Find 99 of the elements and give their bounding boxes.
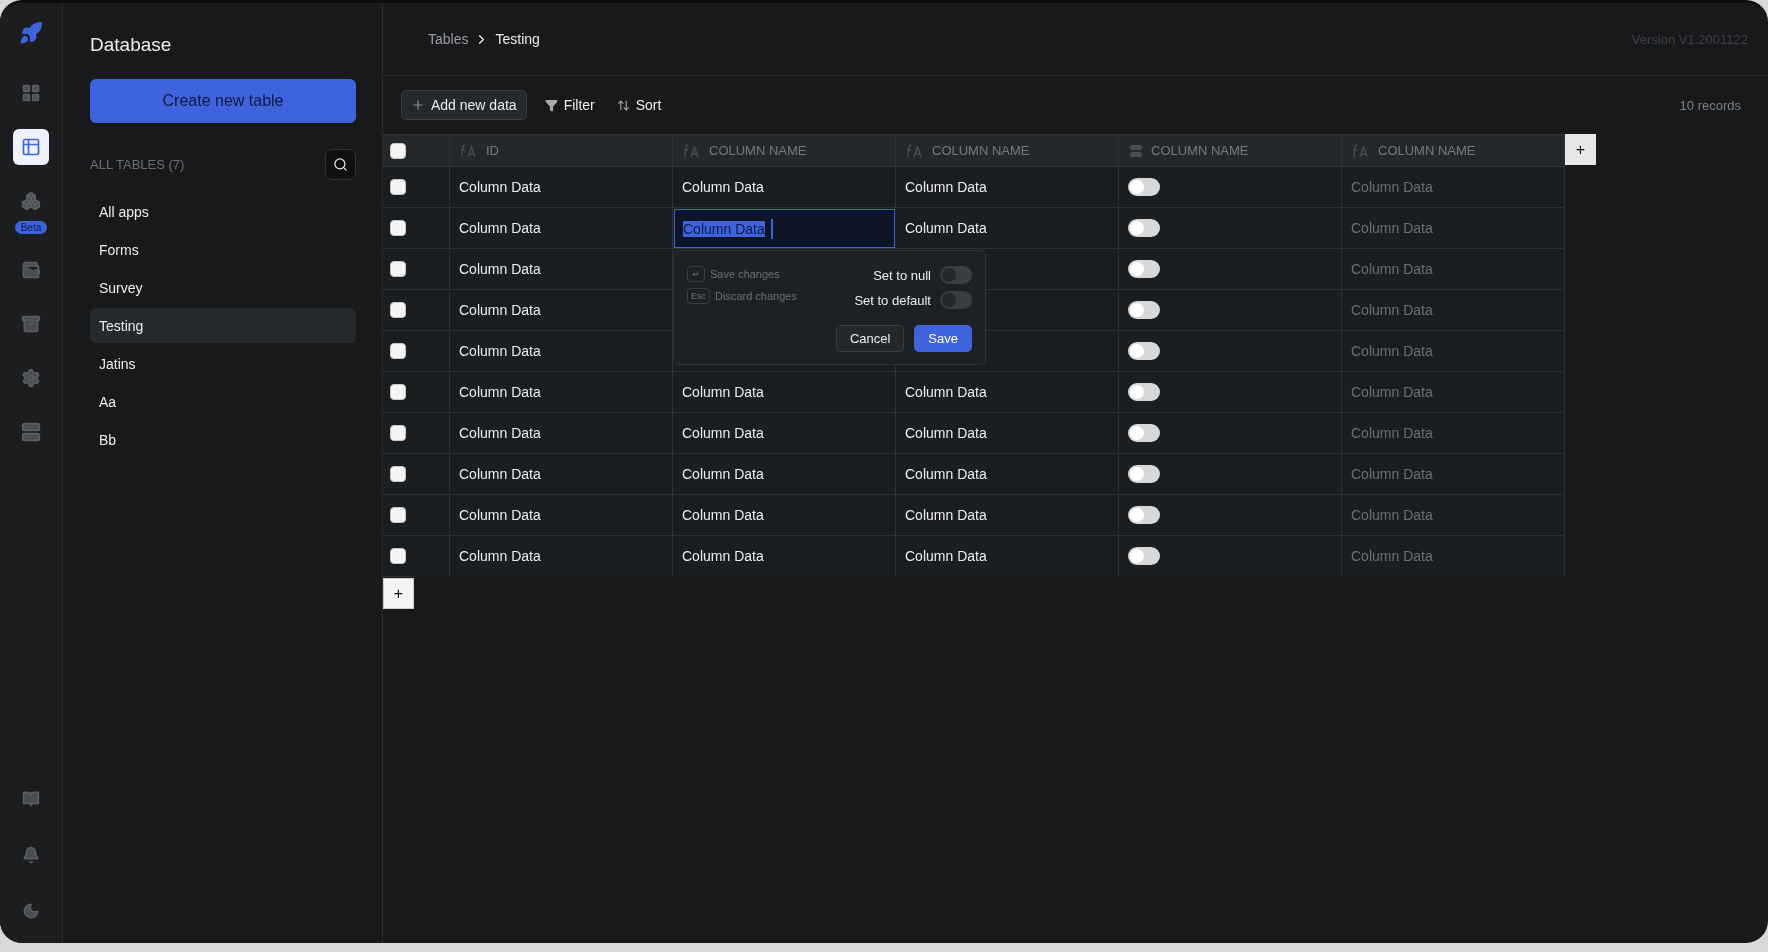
key-hint: ↵	[687, 266, 705, 282]
toggle-switch[interactable]	[1128, 424, 1160, 442]
row-checkbox[interactable]	[390, 179, 406, 195]
sort-icon	[616, 98, 630, 112]
table-cell: Column Data	[1351, 466, 1433, 482]
text-type-icon	[1352, 143, 1370, 158]
search-icon	[333, 157, 348, 172]
table-cell: Column Data	[459, 466, 541, 482]
table-cell: Column Data	[682, 466, 764, 482]
table-cell: Column Data	[1351, 343, 1433, 359]
table-cell: Column Data	[1351, 425, 1433, 441]
row-checkbox[interactable]	[390, 220, 406, 236]
table-cell: Column Data	[682, 425, 764, 441]
table-list-item[interactable]: Forms	[90, 232, 356, 267]
hint-text: Discard changes	[715, 290, 797, 302]
table-cell: Column Data	[905, 507, 987, 523]
table-list-item[interactable]: Survey	[90, 270, 356, 305]
row-checkbox[interactable]	[390, 548, 406, 564]
breadcrumb-current: Testing	[495, 31, 540, 47]
toggle-switch[interactable]	[1128, 465, 1160, 483]
table-list-item[interactable]: All apps	[90, 194, 356, 229]
text-type-icon	[683, 143, 701, 158]
column-header: COLUMN NAME	[1151, 143, 1249, 158]
table-cell: Column Data	[1351, 548, 1433, 564]
table-cell: Column Data	[682, 384, 764, 400]
toggle-switch[interactable]	[1128, 260, 1160, 278]
toggle-type-icon	[1129, 143, 1143, 158]
search-button[interactable]	[325, 149, 356, 180]
column-header: ID	[486, 143, 499, 158]
rocket-logo-icon[interactable]	[19, 21, 43, 45]
table-cell: Column Data	[1351, 179, 1433, 195]
table-cell: Column Data	[1351, 220, 1433, 236]
table-cell: Column Data	[905, 466, 987, 482]
toggle-switch[interactable]	[1128, 178, 1160, 196]
select-all-checkbox[interactable]	[390, 142, 406, 159]
row-checkbox[interactable]	[390, 507, 406, 523]
table-cell: Column Data	[459, 302, 541, 318]
table-cell: Column Data	[682, 179, 764, 195]
table-cell: Column Data	[1351, 302, 1433, 318]
table-cell: Column Data	[459, 220, 541, 236]
add-column-button[interactable]: +	[1565, 134, 1596, 165]
column-header: COLUMN NAME	[932, 143, 1030, 158]
table-cell: Column Data	[459, 507, 541, 523]
table-cell: Column Data	[459, 179, 541, 195]
filter-button[interactable]: Filter	[540, 97, 599, 113]
toggle-switch[interactable]	[1128, 342, 1160, 360]
table-cell: Column Data	[905, 179, 987, 195]
table-cell: Column Data	[905, 384, 987, 400]
table-cell: Column Data	[905, 220, 987, 236]
table-list-item[interactable]: Jatins	[90, 346, 356, 381]
table-cell: Column Data	[905, 425, 987, 441]
toggle-switch[interactable]	[940, 266, 972, 284]
option-label: Set to null	[873, 267, 931, 283]
sort-button[interactable]: Sort	[612, 97, 666, 113]
breadcrumb-link[interactable]: Tables	[428, 31, 469, 47]
table-cell: Column Data	[459, 425, 541, 441]
row-checkbox[interactable]	[390, 384, 406, 400]
plus-icon	[411, 98, 425, 112]
add-data-button[interactable]: Add new data	[401, 90, 527, 120]
table-cell: Column Data	[1351, 384, 1433, 400]
hint-text: Save changes	[710, 268, 780, 280]
table-list-item[interactable]: Testing	[90, 308, 356, 343]
records-count: 10 records	[1679, 97, 1741, 113]
key-hint: Esc	[687, 288, 710, 304]
section-label: ALL TABLES (7)	[90, 157, 185, 172]
table-cell: Column Data	[1351, 507, 1433, 523]
text-type-icon	[460, 143, 478, 158]
toggle-switch[interactable]	[1128, 383, 1160, 401]
toggle-switch[interactable]	[940, 291, 972, 309]
toggle-switch[interactable]	[1128, 506, 1160, 524]
row-checkbox[interactable]	[390, 425, 406, 441]
add-row-button[interactable]: +	[383, 578, 414, 609]
table-cell: Column Data	[682, 507, 764, 523]
toggle-switch[interactable]	[1128, 219, 1160, 237]
table-list-item[interactable]: Bb	[90, 422, 356, 457]
text-type-icon	[906, 143, 924, 158]
save-button[interactable]: Save	[914, 325, 972, 352]
table-cell: Column Data	[459, 343, 541, 359]
toggle-switch[interactable]	[1128, 547, 1160, 565]
option-label: Set to default	[854, 292, 931, 308]
table-cell: Column Data	[459, 548, 541, 564]
column-header: COLUMN NAME	[1378, 143, 1476, 158]
row-checkbox[interactable]	[390, 343, 406, 359]
sidebar-title: Database	[90, 34, 173, 56]
row-checkbox[interactable]	[390, 261, 406, 277]
row-checkbox[interactable]	[390, 302, 406, 318]
column-header: COLUMN NAME	[709, 143, 807, 158]
filter-icon	[544, 98, 558, 112]
toggle-switch[interactable]	[1128, 301, 1160, 319]
row-checkbox[interactable]	[390, 466, 406, 482]
table-cell: Column Data	[682, 548, 764, 564]
table-icon[interactable]	[13, 129, 49, 165]
cancel-button[interactable]: Cancel	[835, 325, 905, 352]
beta-badge: Beta	[14, 221, 48, 234]
table-cell: Column Data	[459, 384, 541, 400]
table-cell: Column Data	[459, 261, 541, 277]
table-list-item[interactable]: Aa	[90, 384, 356, 419]
table-cell: Column Data	[905, 548, 987, 564]
table-cell: Column Data	[1351, 261, 1433, 277]
